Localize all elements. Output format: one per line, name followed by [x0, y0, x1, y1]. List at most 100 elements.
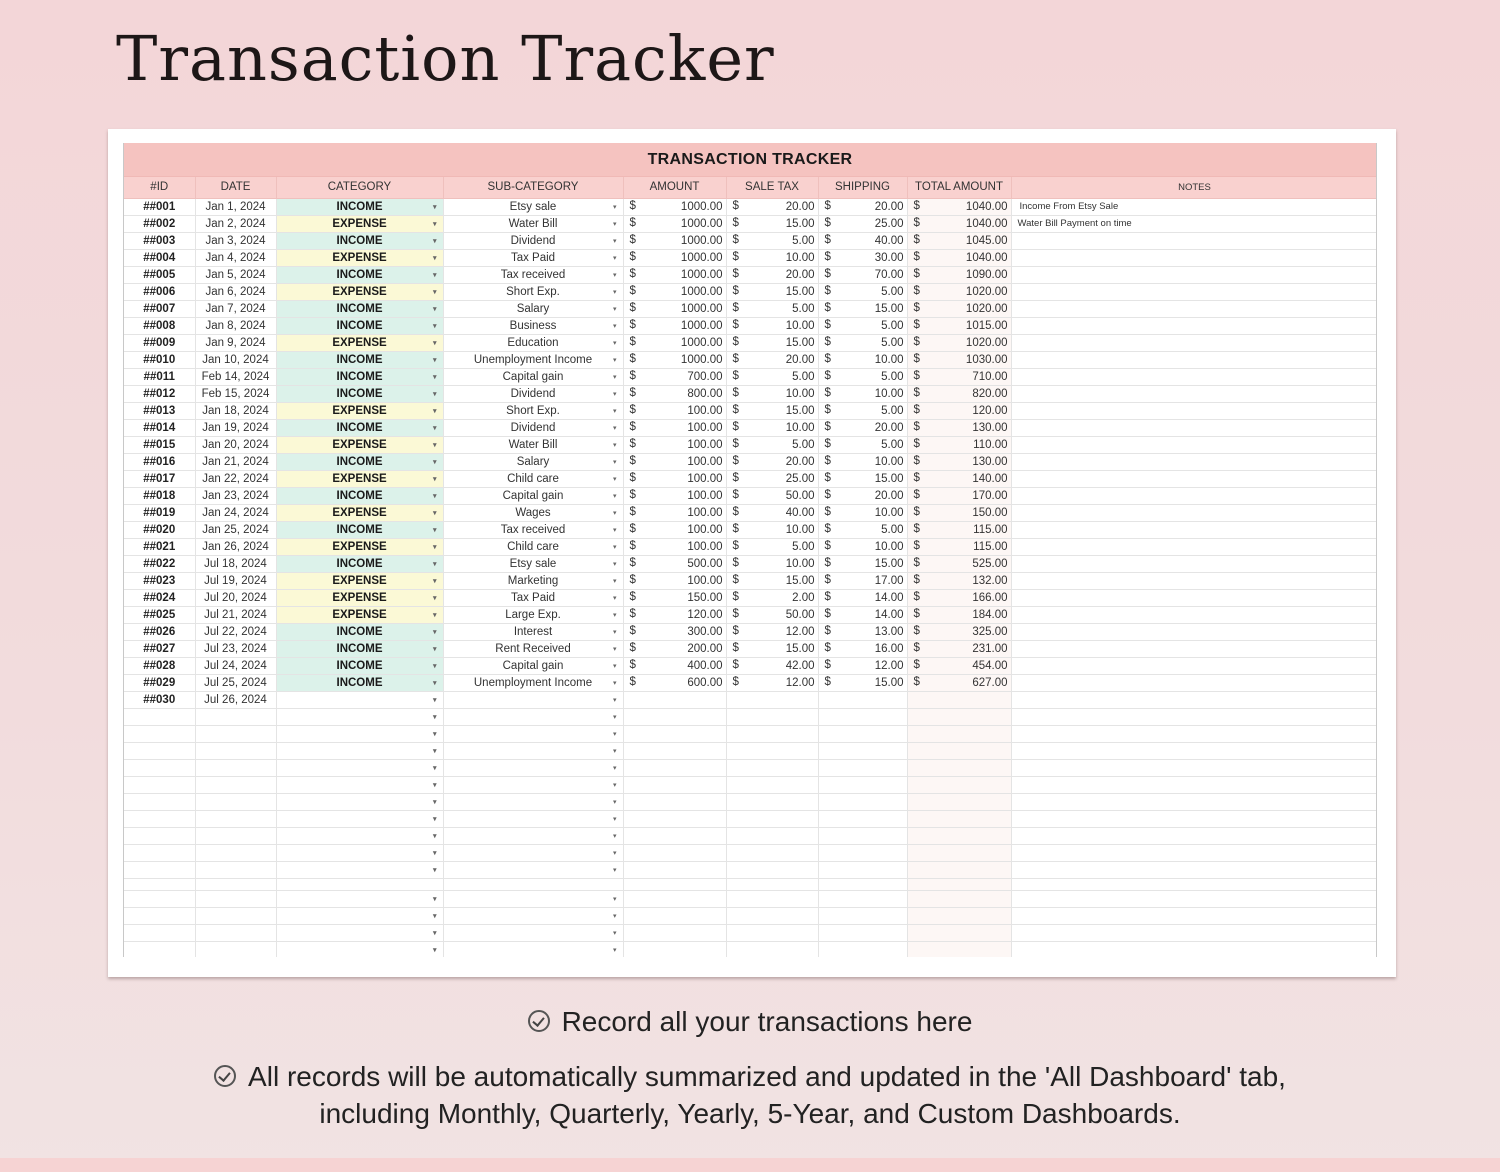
empty-cell[interactable] [1011, 907, 1376, 925]
cell-shipping[interactable]: $10.00 [818, 504, 908, 522]
empty-cell[interactable]: ▾ [443, 793, 624, 811]
empty-cell[interactable] [818, 810, 908, 828]
cell-shipping[interactable]: $14.00 [818, 606, 908, 624]
cell-notes[interactable] [1011, 249, 1376, 267]
cell-date[interactable]: Jul 26, 2024 [195, 691, 277, 709]
dropdown-arrow-icon[interactable]: ▾ [433, 662, 437, 670]
cell-amount[interactable]: $1000.00 [623, 232, 727, 250]
cell-sale-tax[interactable]: $20.00 [726, 198, 819, 216]
empty-cell[interactable] [124, 810, 196, 828]
dropdown-arrow-icon[interactable]: ▾ [433, 696, 437, 704]
empty-cell[interactable] [623, 742, 727, 760]
cell-category-dropdown[interactable]: ▾ [276, 691, 444, 709]
dropdown-arrow-icon[interactable]: ▾ [433, 373, 437, 381]
empty-cell[interactable] [1011, 924, 1376, 942]
cell-date[interactable]: Jan 5, 2024 [195, 266, 277, 284]
cell-sub-category-dropdown[interactable]: ▾ [443, 691, 624, 709]
dropdown-arrow-icon[interactable]: ▾ [433, 849, 437, 857]
empty-cell[interactable] [623, 844, 727, 862]
cell-sub-category-dropdown[interactable]: Unemployment Income ▾ [443, 674, 624, 692]
cell-date[interactable]: Jan 7, 2024 [195, 300, 277, 318]
empty-cell[interactable]: ▾ [443, 861, 624, 879]
cell-notes[interactable] [1011, 640, 1376, 658]
cell-sale-tax[interactable]: $15.00 [726, 334, 819, 352]
empty-cell[interactable]: ▾ [443, 759, 624, 777]
empty-cell[interactable] [726, 793, 819, 811]
dropdown-arrow-icon[interactable]: ▾ [433, 798, 437, 806]
cell-shipping[interactable]: $5.00 [818, 317, 908, 335]
dropdown-arrow-icon[interactable]: ▾ [433, 237, 437, 245]
empty-cell[interactable] [726, 810, 819, 828]
empty-cell[interactable] [818, 861, 908, 879]
cell-date[interactable]: Jan 3, 2024 [195, 232, 277, 250]
cell-category-dropdown[interactable]: INCOME ▾ [276, 640, 444, 658]
empty-cell[interactable] [124, 827, 196, 845]
cell-category-dropdown[interactable]: INCOME ▾ [276, 419, 444, 437]
cell-sub-category-dropdown[interactable]: Water Bill ▾ [443, 215, 624, 233]
empty-cell[interactable] [623, 776, 727, 794]
empty-cell[interactable] [623, 810, 727, 828]
empty-cell[interactable]: ▾ [443, 708, 624, 726]
empty-cell[interactable]: ▾ [276, 708, 444, 726]
dropdown-arrow-icon[interactable]: ▾ [613, 441, 617, 449]
cell-date[interactable]: Jul 21, 2024 [195, 606, 277, 624]
cell-date[interactable]: Jan 10, 2024 [195, 351, 277, 369]
dropdown-arrow-icon[interactable]: ▾ [613, 866, 617, 874]
dropdown-arrow-icon[interactable]: ▾ [613, 628, 617, 636]
dropdown-arrow-icon[interactable]: ▾ [433, 203, 437, 211]
cell-date[interactable]: Jul 25, 2024 [195, 674, 277, 692]
cell-category-dropdown[interactable]: INCOME ▾ [276, 674, 444, 692]
cell-sale-tax[interactable]: $20.00 [726, 453, 819, 471]
cell-notes[interactable] [1011, 232, 1376, 250]
empty-cell[interactable]: ▾ [443, 941, 624, 957]
empty-cell[interactable]: ▾ [276, 742, 444, 760]
empty-cell[interactable] [195, 878, 277, 891]
cell-date[interactable]: Jan 23, 2024 [195, 487, 277, 505]
cell-sub-category-dropdown[interactable]: Capital gain ▾ [443, 657, 624, 675]
empty-cell[interactable] [195, 924, 277, 942]
cell-shipping[interactable]: $5.00 [818, 436, 908, 454]
cell-amount[interactable]: $1000.00 [623, 334, 727, 352]
empty-cell[interactable] [818, 941, 908, 957]
cell-id[interactable]: ##015 [124, 436, 196, 454]
cell-amount[interactable]: $500.00 [623, 555, 727, 573]
empty-cell[interactable] [195, 810, 277, 828]
cell-notes[interactable] [1011, 351, 1376, 369]
cell-sale-tax[interactable]: $25.00 [726, 470, 819, 488]
dropdown-arrow-icon[interactable]: ▾ [433, 220, 437, 228]
cell-sub-category-dropdown[interactable]: Large Exp. ▾ [443, 606, 624, 624]
empty-cell[interactable] [818, 776, 908, 794]
dropdown-arrow-icon[interactable]: ▾ [433, 509, 437, 517]
dropdown-arrow-icon[interactable]: ▾ [613, 895, 617, 903]
cell-category-dropdown[interactable]: INCOME ▾ [276, 317, 444, 335]
cell-notes[interactable] [1011, 606, 1376, 624]
cell-id[interactable]: ##012 [124, 385, 196, 403]
cell-id[interactable]: ##007 [124, 300, 196, 318]
cell-category-dropdown[interactable]: INCOME ▾ [276, 266, 444, 284]
cell-shipping[interactable]: $5.00 [818, 402, 908, 420]
cell-amount[interactable]: $100.00 [623, 436, 727, 454]
cell-category-dropdown[interactable]: INCOME ▾ [276, 453, 444, 471]
empty-cell[interactable] [124, 742, 196, 760]
cell-shipping[interactable]: $5.00 [818, 368, 908, 386]
empty-cell[interactable] [1011, 708, 1376, 726]
cell-sale-tax[interactable]: $50.00 [726, 487, 819, 505]
empty-cell[interactable]: ▾ [276, 759, 444, 777]
empty-cell[interactable] [726, 776, 819, 794]
cell-amount[interactable]: $1000.00 [623, 317, 727, 335]
cell-sale-tax[interactable]: $2.00 [726, 589, 819, 607]
empty-cell[interactable] [907, 924, 1012, 942]
cell-sale-tax[interactable]: $15.00 [726, 572, 819, 590]
cell-total-amount[interactable]: $1020.00 [907, 334, 1012, 352]
cell-sale-tax[interactable]: $5.00 [726, 368, 819, 386]
cell-id[interactable]: ##018 [124, 487, 196, 505]
empty-cell[interactable] [907, 776, 1012, 794]
cell-sub-category-dropdown[interactable]: Business ▾ [443, 317, 624, 335]
cell-shipping[interactable]: $17.00 [818, 572, 908, 590]
cell-sale-tax[interactable]: $10.00 [726, 385, 819, 403]
cell-total-amount[interactable]: $1040.00 [907, 249, 1012, 267]
cell-total-amount[interactable]: $115.00 [907, 538, 1012, 556]
dropdown-arrow-icon[interactable]: ▾ [433, 611, 437, 619]
cell-amount[interactable]: $100.00 [623, 504, 727, 522]
cell-total-amount[interactable]: $1030.00 [907, 351, 1012, 369]
